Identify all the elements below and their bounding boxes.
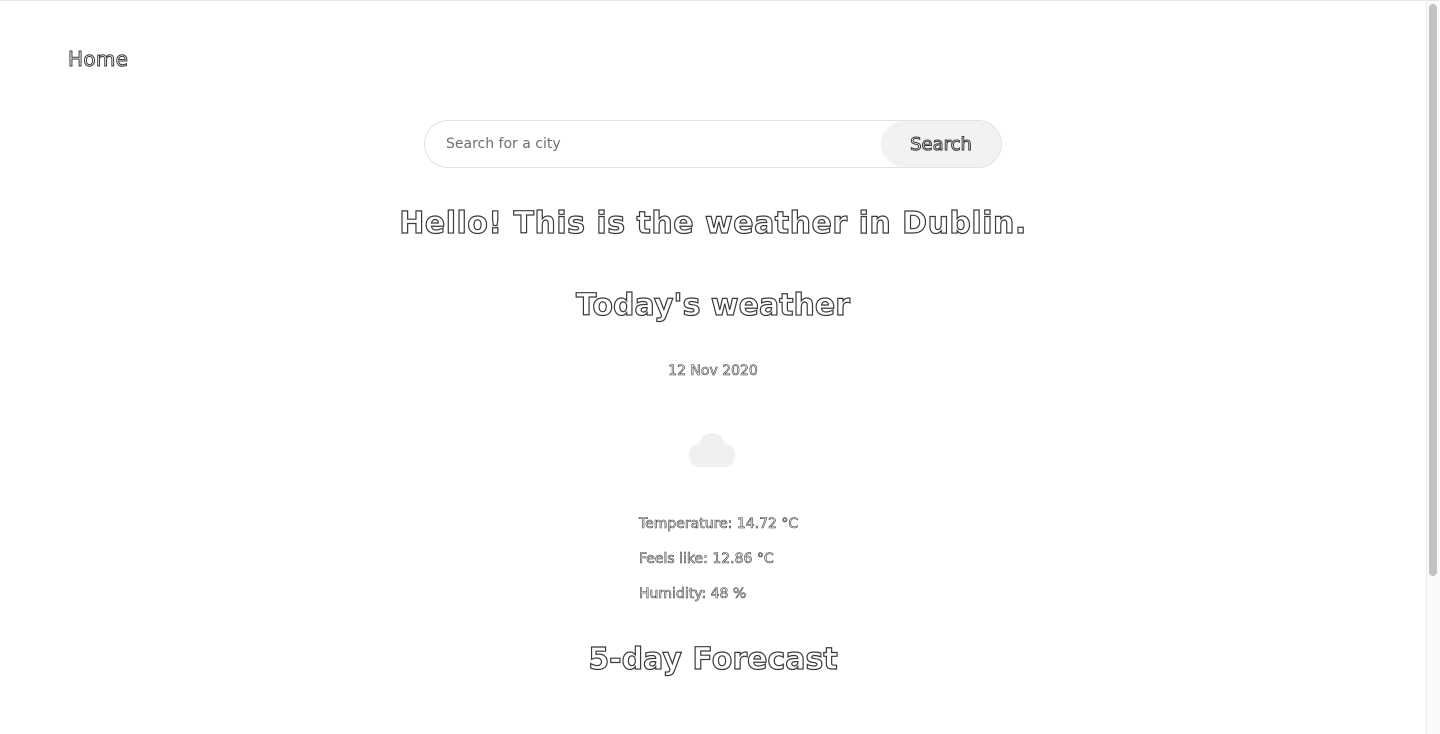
vertical-scrollbar[interactable] <box>1426 1 1440 734</box>
nav-home-link[interactable]: Home <box>67 47 128 72</box>
search-form: Search <box>424 120 1002 168</box>
humidity-text: Humidity: 48 % <box>639 586 747 603</box>
feels-like-text: Feels like: 12.86 °C <box>639 551 774 568</box>
current-date: 12 Nov 2020 <box>668 363 758 380</box>
weather-page: Home Search Hello! This is the weather i… <box>0 0 1440 734</box>
scrollbar-thumb[interactable] <box>1429 4 1437 576</box>
cloud-icon <box>682 429 742 469</box>
greeting-heading: Hello! This is the weather in Dublin. <box>399 205 1027 241</box>
temperature-text: Temperature: 14.72 °C <box>639 516 799 533</box>
search-input[interactable] <box>425 121 881 167</box>
forecast-heading: 5-day Forecast <box>588 641 839 677</box>
search-button[interactable]: Search <box>881 121 1001 167</box>
today-weather-heading: Today's weather <box>575 287 851 323</box>
weather-details: Temperature: 14.72 °C Feels like: 12.86 … <box>639 514 799 619</box>
